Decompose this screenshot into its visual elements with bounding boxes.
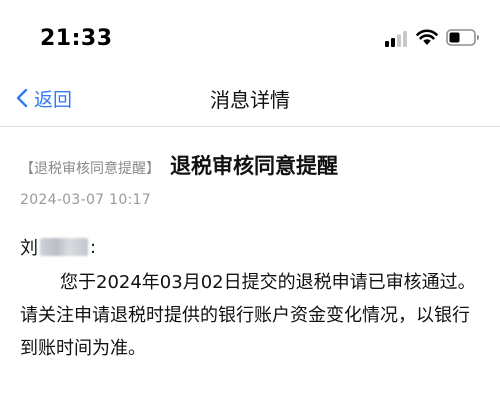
status-bar: 21:33: [0, 0, 500, 70]
message-title: 退税审核同意提醒: [170, 154, 338, 178]
navigation-bar: 返回 消息详情: [0, 70, 500, 127]
masked-name: [40, 238, 88, 256]
message-greeting: 刘 :: [20, 234, 480, 260]
message-header: 【退税审核同意提醒】 退税审核同意提醒: [20, 150, 480, 180]
message-detail: 【退税审核同意提醒】 退税审核同意提醒 2024-03-07 10:17 刘 :…: [20, 150, 480, 365]
greeting-prefix: 刘: [20, 238, 38, 259]
page-title: 消息详情: [210, 88, 290, 112]
status-time: 21:33: [40, 26, 113, 51]
message-timestamp: 2024-03-07 10:17: [20, 192, 151, 208]
battery-icon: [446, 29, 479, 46]
wifi-icon: [416, 29, 438, 45]
greeting-suffix: :: [90, 236, 97, 258]
message-body: 您于2024年03月02日提交的退税申请已审核通过。请关注申请退税时提供的银行账…: [20, 272, 476, 359]
signal-icon: [385, 31, 407, 47]
message-tag: 【退税审核同意提醒】: [20, 161, 160, 177]
